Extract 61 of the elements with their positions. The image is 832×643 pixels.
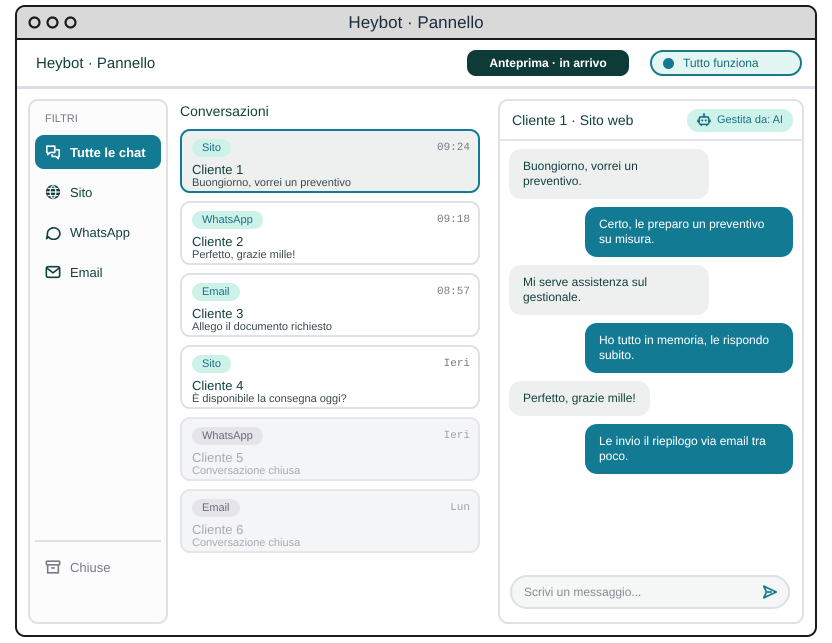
contact-name: Cliente 5 xyxy=(192,450,244,465)
message-time: 09:18 xyxy=(436,214,470,226)
message-time: Ieri xyxy=(444,358,470,370)
customer-message: Buongiorno, vorrei un preventivo. xyxy=(509,149,709,199)
message-preview: Perfetto, grazie mille! xyxy=(192,249,296,262)
contact-name: Cliente 4 xyxy=(192,378,244,393)
app-brand: Heybot · Pannello xyxy=(36,54,156,72)
channel-tag: Email xyxy=(192,283,240,301)
send-icon[interactable] xyxy=(762,584,778,600)
contact-name: Cliente 1 xyxy=(192,162,244,177)
channel-tag: Email xyxy=(192,499,240,517)
speech-bubble-icon xyxy=(45,224,61,240)
conversation-card[interactable]: Email 08:57 Cliente 3 Allego il documento richiesto xyxy=(180,273,480,337)
message-input[interactable]: Scrivi un messaggio... xyxy=(510,575,790,609)
conversation-card[interactable]: Sito 09:24 Cliente 1 Buongiorno, vorrei un preventivo xyxy=(180,129,480,193)
chat-title: Cliente 1 · Sito web xyxy=(512,112,634,128)
channel-tag: WhatsApp xyxy=(192,427,263,445)
envelope-icon xyxy=(45,264,61,280)
globe-icon xyxy=(45,184,61,200)
list-heading: Conversazioni xyxy=(180,102,269,120)
message-time: Lun xyxy=(450,502,470,514)
channel-tag: Sito xyxy=(192,355,231,373)
customer-message: Perfetto, grazie mille! xyxy=(509,381,650,416)
filter-item[interactable]: Tutte le chat xyxy=(35,135,161,169)
conversation-card[interactable]: Sito Ieri Cliente 4 È disponibile la consegna oggi? xyxy=(180,345,480,409)
reply-message: Ho tutto in memoria, le rispondo subito. xyxy=(585,323,793,373)
window-title: Heybot · Pannello xyxy=(348,12,484,32)
conversation-card[interactable]: WhatsApp Ieri Cliente 5 Conversazione chiusa xyxy=(180,417,480,481)
handler-label: Gestita da: AI xyxy=(716,114,783,126)
contact-name: Cliente 6 xyxy=(192,522,244,537)
conversation-card[interactable]: Email Lun Cliente 6 Conversazione chiusa xyxy=(180,489,480,553)
message-preview: Conversazione chiusa xyxy=(192,465,302,478)
chat-bubbles-icon xyxy=(45,144,61,160)
robot-icon xyxy=(696,113,711,127)
contact-name: Cliente 2 xyxy=(192,234,244,249)
window-control-icon[interactable] xyxy=(28,16,41,29)
reply-message: Certo, le preparo un preventivo su misura. xyxy=(585,207,793,257)
message-time: Ieri xyxy=(444,430,470,442)
reply-message: Le invio il riepilogo via email tra poco. xyxy=(585,424,793,474)
message-time: 08:57 xyxy=(436,286,470,298)
channel-tag: WhatsApp xyxy=(192,211,263,229)
message-preview: Conversazione chiusa xyxy=(192,537,302,550)
status-dot-icon xyxy=(663,58,674,68)
message-preview: È disponibile la consegna oggi? xyxy=(192,393,348,406)
filter-item[interactable]: Email xyxy=(35,255,161,289)
customer-message: Mi serve assistenza sul gestionale. xyxy=(509,265,709,315)
window-control-icon[interactable] xyxy=(46,16,59,29)
filter-item[interactable]: Chiuse xyxy=(35,550,161,584)
section-label: FILTRI xyxy=(44,113,78,126)
contact-name: Cliente 3 xyxy=(192,306,244,321)
message-preview: Allego il documento richiesto xyxy=(192,321,334,334)
status-label: Tutto funziona xyxy=(683,56,759,70)
filter-item[interactable]: Sito xyxy=(35,175,161,209)
conversation-card[interactable]: WhatsApp 09:18 Cliente 2 Perfetto, grazie mille! xyxy=(180,201,480,265)
message-time: 09:24 xyxy=(436,142,470,154)
channel-tag: Sito xyxy=(192,139,231,157)
filter-item[interactable]: WhatsApp xyxy=(35,215,161,249)
preview-button[interactable]: Anteprima · in arrivo xyxy=(467,50,629,76)
window-control-icon[interactable] xyxy=(64,16,77,29)
archive-box-icon xyxy=(45,559,61,575)
message-preview: Buongiorno, vorrei un preventivo xyxy=(192,177,352,190)
